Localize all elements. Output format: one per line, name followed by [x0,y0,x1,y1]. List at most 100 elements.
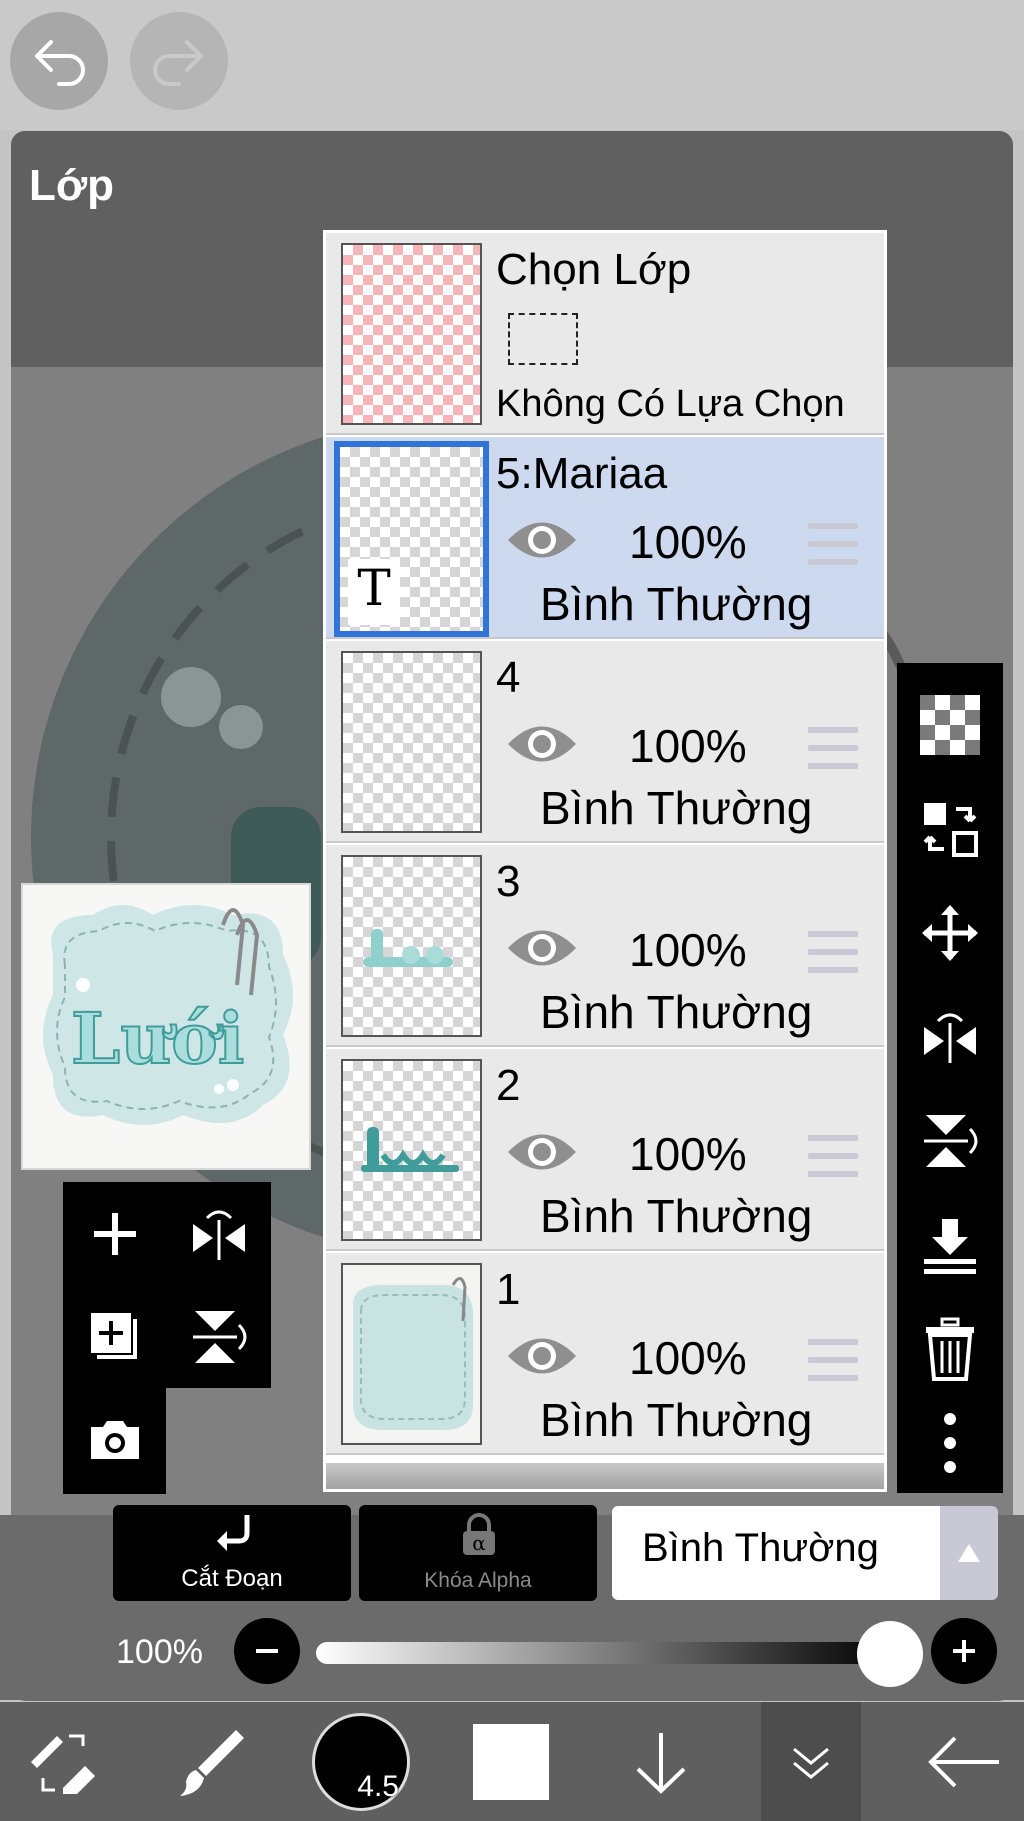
flip-vertical-icon [924,1115,978,1167]
visibility-eye-icon[interactable] [506,1331,578,1386]
duplicate-icon [91,1312,137,1359]
brush-eraser-swap-icon [31,1734,95,1794]
layer-thumbnail [341,855,482,1037]
bottom-toolbar: 4.5 [0,1702,1024,1821]
svg-text:Lưới: Lưới [71,997,244,1080]
layer-thumbnail: T [334,441,489,637]
drag-handle-icon[interactable] [808,1135,858,1189]
swap-icon [923,803,978,857]
layer-thumbnail [341,651,482,833]
duplicate-layer-button[interactable] [63,1285,167,1388]
layer-row[interactable]: 1 100% Bình Thường [326,1253,884,1455]
import-down-button[interactable] [606,1702,716,1821]
layer-opacity: 100% [629,720,747,772]
layer-list[interactable]: Chọn Lớp Không Có Lựa Chọn T 5:Mariaa 10… [323,230,887,1492]
left-tool-panel-2 [63,1388,166,1494]
layer-row[interactable]: 2 100% Bình Thường [326,1049,884,1251]
color-swatch-button[interactable] [456,1702,566,1821]
double-chevron-down-icon [793,1747,829,1779]
canvas-preview[interactable]: Lưới [21,883,311,1170]
left-tool-panel [63,1182,271,1388]
plus-icon [953,1640,975,1662]
more-options-button[interactable] [897,1391,1003,1495]
selection-thumbnail [341,243,482,425]
undo-icon [35,40,85,86]
arrow-down-icon [636,1732,686,1794]
layer-blend-mode: Bình Thường [540,1190,813,1242]
clipping-label: Cắt Đoạn [181,1565,283,1592]
drag-handle-icon[interactable] [808,931,858,985]
layer-opacity: 100% [629,1332,747,1384]
layer-opacity: 100% [629,1128,747,1180]
drag-handle-icon[interactable] [808,727,858,781]
more-vertical-icon [944,1413,956,1473]
brush-size-indicator: 4.5 [312,1712,410,1811]
transparent-background-button[interactable] [897,673,1003,777]
visibility-eye-icon[interactable] [506,923,578,978]
layer-row[interactable]: 3 100% Bình Thường [326,845,884,1047]
blend-mode-dropdown-button[interactable] [940,1506,998,1600]
visibility-eye-icon[interactable] [506,719,578,774]
brush-size-button[interactable]: 4.5 [306,1702,416,1821]
layer-name: 2 [496,1061,521,1110]
swap-layer-button[interactable] [897,777,1003,881]
alpha-lock-button[interactable]: α Khóa Alpha [359,1505,597,1601]
tool-switch-button[interactable] [8,1702,118,1821]
flip-vertical-button[interactable] [897,1089,1003,1193]
lock-icon: α [463,1513,495,1555]
flip-horizontal-icon [193,1210,245,1260]
layers-panel-button[interactable] [761,1702,861,1821]
brush-icon [180,1729,244,1796]
selection-marquee-icon [508,313,578,365]
move-icon [922,905,978,961]
checkerboard-icon [920,695,980,755]
minus-icon [256,1649,278,1653]
blend-mode-select[interactable]: Bình Thường [612,1506,940,1600]
add-layer-button[interactable] [63,1182,167,1285]
merge-down-icon [924,1219,976,1274]
redo-button[interactable] [130,12,228,110]
text-layer-icon: T [348,559,400,625]
layer-opacity: 100% [629,516,747,568]
alpha-lock-label: Khóa Alpha [424,1569,532,1592]
opacity-slider[interactable] [316,1642,890,1664]
layer-name: 1 [496,1265,521,1314]
layer-name: 3 [496,857,521,906]
brush-tool-button[interactable] [155,1702,265,1821]
flip-canvas-vertical-button[interactable] [167,1285,271,1388]
layer-tool-strip [897,663,1003,1493]
visibility-eye-icon[interactable] [506,515,578,570]
opacity-slider-knob[interactable] [857,1621,923,1687]
move-button[interactable] [897,881,1003,985]
top-bar [0,0,1024,130]
triangle-up-icon [958,1544,980,1562]
redo-icon [153,40,203,86]
arrow-left-icon [928,1736,999,1787]
selection-status: Không Có Lựa Chọn [496,383,845,425]
color-swatch [473,1723,549,1800]
flip-canvas-horizontal-button[interactable] [167,1182,271,1285]
layer-row[interactable]: T 5:Mariaa 100% Bình Thường [326,437,884,639]
opacity-value: 100% [116,1633,203,1671]
drag-handle-icon[interactable] [808,1339,858,1393]
delete-layer-button[interactable] [897,1297,1003,1401]
opacity-decrease-button[interactable] [234,1618,300,1684]
undo-button[interactable] [10,12,108,110]
svg-text:α: α [472,1531,486,1555]
opacity-increase-button[interactable] [931,1618,997,1684]
layer-name: 5:Mariaa [496,449,668,498]
layer-thumbnail [341,1263,482,1445]
camera-icon [91,1420,139,1459]
selection-layer-row[interactable]: Chọn Lớp Không Có Lựa Chọn [326,233,884,435]
camera-import-button[interactable] [63,1388,167,1491]
flip-horizontal-icon [924,1013,976,1063]
flip-vertical-icon [193,1310,247,1363]
clipping-button[interactable]: Cắt Đoạn [113,1505,351,1601]
drag-handle-icon[interactable] [808,523,858,577]
flip-horizontal-button[interactable] [897,985,1003,1089]
merge-down-button[interactable] [897,1193,1003,1297]
visibility-eye-icon[interactable] [506,1127,578,1182]
layer-name: 4 [496,653,521,702]
back-button[interactable] [910,1702,1020,1821]
layer-row[interactable]: 4 100% Bình Thường [326,641,884,843]
